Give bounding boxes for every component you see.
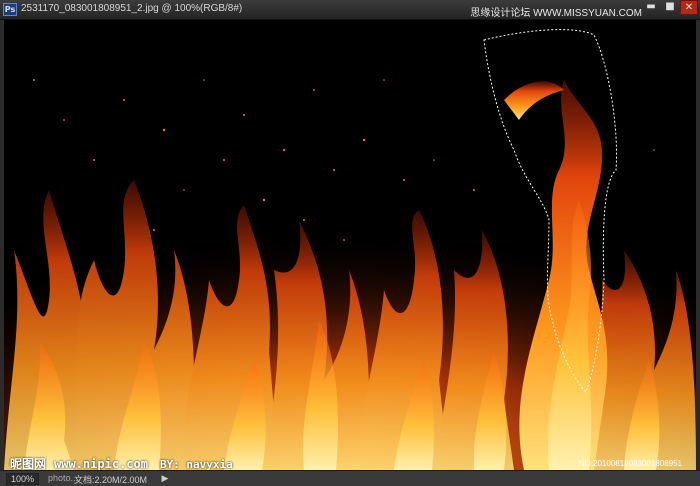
document-size: 文档:2.20M/2.00M bbox=[74, 475, 148, 485]
status-menu-arrow-icon[interactable]: ▶ bbox=[160, 473, 170, 483]
title-bar[interactable]: Ps 2531170_083001808951_2.jpg @ 100%(RGB… bbox=[0, 0, 700, 20]
maximize-button[interactable]: ■ bbox=[661, 0, 679, 15]
minimize-button[interactable]: ▬ bbox=[642, 0, 660, 15]
photoshop-document-window: Ps 2531170_083001808951_2.jpg @ 100%(RGB… bbox=[0, 0, 700, 486]
image-number: NO:20100818083001808951 bbox=[578, 459, 682, 468]
document-title: 2531170_083001808951_2.jpg @ 100%(RGB/8#… bbox=[21, 3, 243, 14]
zoom-level-field[interactable]: 100% bbox=[6, 473, 40, 485]
site-name: 昵图网 bbox=[10, 457, 47, 471]
image-canvas[interactable] bbox=[4, 20, 696, 470]
photoshop-app-icon: Ps bbox=[3, 3, 17, 16]
status-bar: 100% photo... 文档:2.20M/2.00M ▶ bbox=[0, 470, 700, 486]
close-button[interactable]: ✕ bbox=[680, 0, 698, 15]
site-watermark: 思缘设计论坛 WWW.MISSYUAN.COM bbox=[470, 8, 642, 19]
fire-image bbox=[4, 20, 696, 470]
site-url: www.nipic.com bbox=[54, 457, 148, 471]
